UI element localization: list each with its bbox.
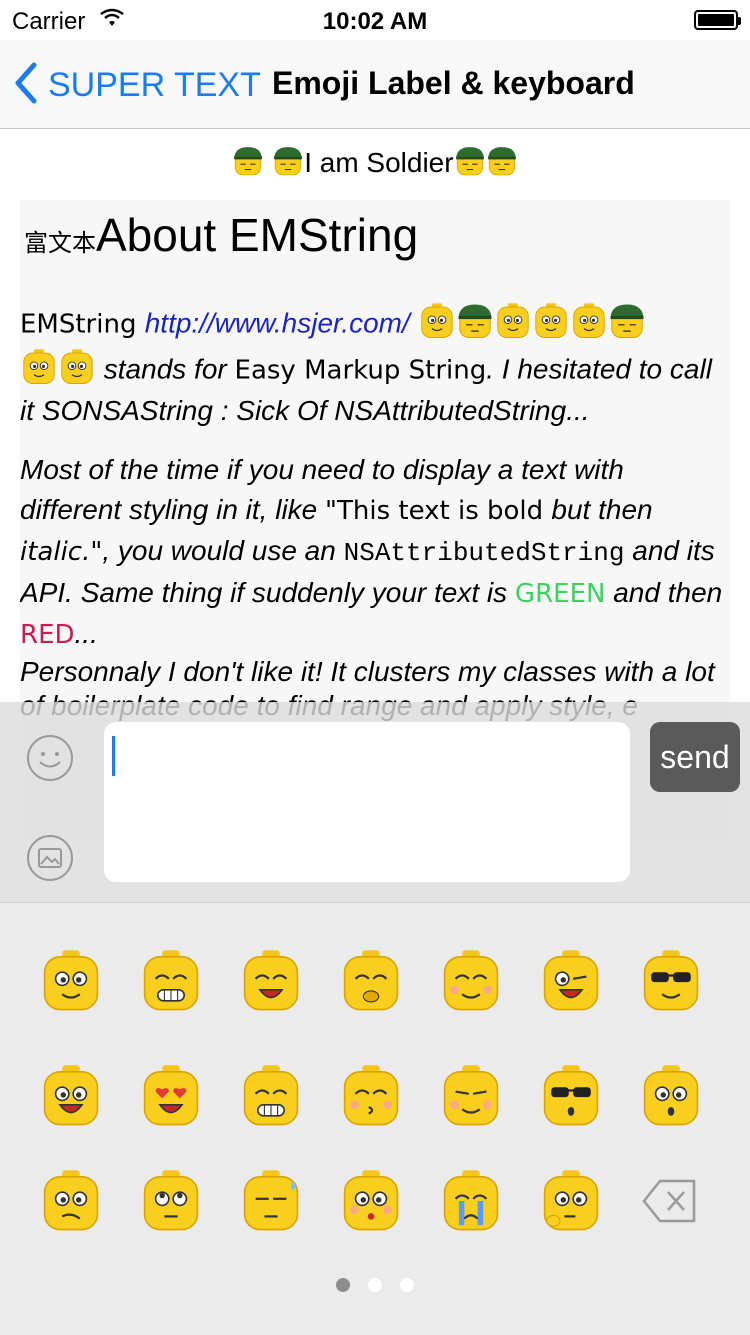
smile-emoji-key[interactable] (38, 948, 104, 1014)
smile-emoji-icon (58, 348, 96, 394)
page-indicator-dot[interactable] (400, 1278, 414, 1292)
soldier-emoji-icon (454, 145, 486, 184)
image-picker-button[interactable] (27, 835, 73, 881)
crying-emoji-key[interactable] (438, 1168, 504, 1234)
soldier-emoji-icon (272, 145, 304, 184)
big-grin-emoji-key[interactable] (238, 1063, 304, 1129)
heading-text: About EMString (96, 209, 419, 261)
smile-emoji-icon (570, 302, 608, 348)
excited-emoji-icon (43, 1065, 99, 1126)
content-area: I am Soldier 富文本About EMString EMString … (0, 129, 750, 840)
p2-red: RED (20, 620, 75, 650)
soldier-text: I am Soldier (304, 146, 454, 178)
heart-eyes-emoji-key[interactable] (138, 1063, 204, 1129)
paragraph-styling: Most of the time if you need to display … (20, 450, 730, 655)
laugh-emoji-icon (243, 950, 299, 1011)
back-button-label: SUPER TEXT (48, 66, 261, 104)
cool-emoji-icon (643, 950, 699, 1011)
send-button[interactable]: send (650, 722, 740, 792)
message-input[interactable] (104, 722, 630, 882)
crying-emoji-icon (443, 1170, 499, 1231)
sweat-emoji-key[interactable] (238, 1168, 304, 1234)
wink-tongue-emoji-icon (543, 950, 599, 1011)
image-icon (38, 848, 62, 868)
input-toolbar: send (0, 702, 750, 902)
status-time: 10:02 AM (322, 8, 428, 35)
teary-emoji-key[interactable] (338, 1168, 404, 1234)
grin-emoji-key[interactable] (138, 948, 204, 1014)
status-bar: Carrier 10:02 AM (0, 0, 750, 40)
text-caret (112, 736, 115, 776)
sunglasses-emoji-key[interactable] (538, 1063, 604, 1129)
heading-cjk: 富文本 (24, 229, 96, 257)
p1-lead: EMString (20, 309, 145, 340)
article-heading: 富文本About EMString (24, 208, 730, 262)
p2-quote: "This text is bold (325, 496, 552, 526)
big-grin-emoji-icon (243, 1065, 299, 1126)
emoji-toggle-button[interactable] (27, 735, 73, 781)
wink-tongue-emoji-key[interactable] (538, 948, 604, 1014)
backspace-icon (642, 1179, 696, 1223)
smile-emoji-icon (494, 302, 532, 348)
thinking-emoji-key[interactable] (538, 1168, 604, 1234)
thinking-emoji-icon (543, 1170, 599, 1231)
smile-emoji-icon (532, 302, 570, 348)
soldier-emoji-icon (608, 302, 646, 348)
sweat-emoji-icon (243, 1170, 299, 1231)
paragraph-intro: EMString http://www.hsjer.com/ stands fo… (20, 302, 730, 428)
smile-emoji-icon (418, 302, 456, 348)
shy-emoji-icon (343, 950, 399, 1011)
p2-but: but then (551, 494, 653, 525)
page-title: Emoji Label & keyboard (272, 65, 635, 101)
heart-eyes-emoji-icon (143, 1065, 199, 1126)
p2-d: and then (605, 577, 723, 608)
soldier-emoji-icon (486, 145, 518, 184)
blush-emoji-icon (443, 950, 499, 1011)
shy-emoji-key[interactable] (338, 948, 404, 1014)
p1-easy: Easy Markup String (234, 355, 487, 386)
cool-emoji-key[interactable] (638, 948, 704, 1014)
blush-emoji-key[interactable] (438, 948, 504, 1014)
battery-icon (694, 10, 741, 30)
soldier-emoji-icon (456, 302, 494, 348)
navigation-bar: SUPER TEXT Emoji Label & keyboard (0, 40, 750, 129)
back-button[interactable]: SUPER TEXT (14, 62, 261, 109)
page-indicator-dot[interactable] (368, 1278, 382, 1292)
excited-emoji-key[interactable] (38, 1063, 104, 1129)
backspace-key[interactable] (638, 1168, 704, 1234)
p2-e: ... (74, 618, 98, 649)
teary-emoji-icon (343, 1170, 399, 1231)
p2-italic: italic." (20, 537, 103, 567)
p2-b: , you would use an (102, 535, 344, 566)
soldier-line: I am Soldier (0, 145, 750, 184)
confused-emoji-icon (43, 1170, 99, 1231)
p1-stands: stands for (103, 353, 235, 385)
surprised-emoji-icon (643, 1065, 699, 1126)
chevron-left-icon (14, 62, 38, 109)
surprised-emoji-key[interactable] (638, 1063, 704, 1129)
content-emoji-icon (443, 1065, 499, 1126)
smile-emoji-icon (43, 950, 99, 1011)
kiss-emoji-key[interactable] (338, 1063, 404, 1129)
laugh-emoji-key[interactable] (238, 948, 304, 1014)
sunglasses-emoji-icon (543, 1065, 599, 1126)
rolling-eyes-emoji-key[interactable] (138, 1168, 204, 1234)
soldier-emoji-icon (232, 145, 264, 184)
emoji-keyboard (0, 902, 750, 1335)
website-link[interactable]: http://www.hsjer.com/ (145, 307, 410, 338)
kiss-emoji-icon (343, 1065, 399, 1126)
grin-emoji-icon (143, 950, 199, 1011)
smile-icon (39, 752, 61, 768)
rolling-eyes-emoji-icon (143, 1170, 199, 1231)
confused-emoji-key[interactable] (38, 1168, 104, 1234)
p2-mono: NSAttributedString (343, 538, 625, 568)
smile-emoji-icon (20, 348, 58, 394)
page-indicator-dot[interactable] (336, 1278, 350, 1292)
content-emoji-key[interactable] (438, 1063, 504, 1129)
p2-green: GREEN (514, 579, 606, 609)
